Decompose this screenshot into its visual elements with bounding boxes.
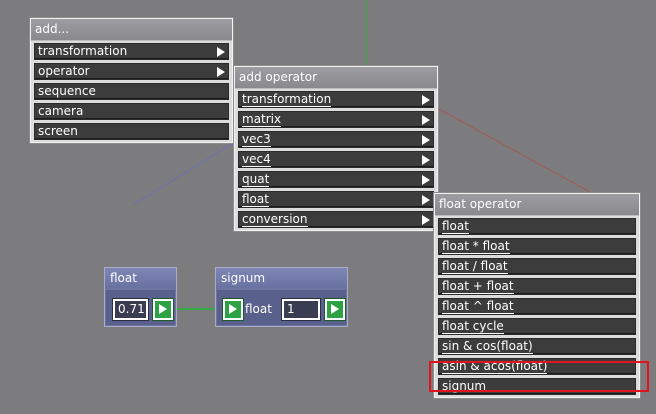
float-operator-menu-title: float operator: [435, 194, 639, 216]
menu-item-label: quat: [242, 172, 270, 187]
add-operator-item-transformation[interactable]: transformation: [238, 91, 434, 108]
submenu-arrow-icon: [217, 67, 225, 77]
add-menu-list: transformation operator sequence camera …: [31, 41, 232, 142]
float-operator-item-cycle[interactable]: float cycle: [438, 318, 636, 335]
connection-line-blue: [132, 139, 239, 206]
float-node-title: float: [105, 268, 176, 288]
add-operator-menu: add operator transformation matrix vec3 …: [234, 66, 438, 231]
float-operator-item-float[interactable]: float: [438, 218, 636, 235]
submenu-arrow-icon: [422, 195, 430, 205]
add-operator-item-conversion[interactable]: conversion: [238, 211, 434, 228]
menu-item-label: float / float: [442, 259, 508, 274]
submenu-arrow-icon: [422, 215, 430, 225]
submenu-arrow-icon: [422, 175, 430, 185]
menu-item-label: matrix: [242, 112, 282, 127]
signum-input-label: float: [245, 302, 272, 316]
float-node[interactable]: float 0.71: [104, 267, 177, 327]
menu-item-label: camera: [38, 104, 84, 118]
menu-item-label: float cycle: [442, 319, 504, 334]
add-operator-item-vec3[interactable]: vec3: [238, 131, 434, 148]
submenu-arrow-icon: [422, 155, 430, 165]
float-value-field[interactable]: 0.71: [113, 299, 148, 320]
submenu-arrow-icon: [422, 135, 430, 145]
menu-item-label: float * float: [442, 239, 510, 254]
add-operator-item-vec4[interactable]: vec4: [238, 151, 434, 168]
add-menu-item-screen[interactable]: screen: [34, 123, 229, 140]
menu-item-label: transformation: [38, 44, 128, 58]
menu-item-label: operator: [38, 64, 90, 78]
add-menu-item-sequence[interactable]: sequence: [34, 83, 229, 100]
signum-input-play-icon[interactable]: [223, 299, 243, 320]
submenu-arrow-icon: [217, 47, 225, 57]
add-operator-item-float[interactable]: float: [238, 191, 434, 208]
float-operator-item-divide[interactable]: float / float: [438, 258, 636, 275]
add-menu-title: add...: [31, 19, 232, 41]
connection-line-red: [436, 107, 591, 193]
signum-highlight-box: [429, 361, 649, 392]
add-operator-item-quat[interactable]: quat: [238, 171, 434, 188]
float-operator-item-sin-cos[interactable]: sin & cos(float): [438, 338, 636, 355]
add-menu-item-transformation[interactable]: transformation: [34, 43, 229, 60]
float-node-body: 0.71: [106, 290, 175, 325]
menu-item-label: sin & cos(float): [442, 339, 533, 354]
add-menu: add... transformation operator sequence …: [30, 18, 233, 143]
menu-item-label: float ^ float: [442, 299, 514, 314]
menu-item-label: screen: [38, 124, 78, 138]
menu-item-label: float: [442, 219, 469, 234]
menu-item-label: conversion: [242, 212, 308, 227]
menu-item-label: vec4: [242, 152, 271, 167]
signum-output-play-icon[interactable]: [325, 299, 345, 320]
add-operator-item-matrix[interactable]: matrix: [238, 111, 434, 128]
add-menu-item-camera[interactable]: camera: [34, 103, 229, 120]
signum-node-body: float 1: [217, 290, 346, 325]
submenu-arrow-icon: [422, 115, 430, 125]
menu-item-label: sequence: [38, 84, 96, 98]
add-operator-menu-list: transformation matrix vec3 vec4 quat flo…: [235, 89, 437, 230]
menu-item-label: transformation: [242, 92, 332, 107]
menu-item-label: vec3: [242, 132, 271, 147]
float-operator-item-multiply[interactable]: float * float: [438, 238, 636, 255]
add-menu-item-operator[interactable]: operator: [34, 63, 229, 80]
menu-item-label: float: [242, 192, 269, 207]
menu-item-label: float + float: [442, 279, 514, 294]
float-output-play-icon[interactable]: [153, 299, 173, 320]
signum-node[interactable]: signum float 1: [215, 267, 348, 327]
float-operator-item-add[interactable]: float + float: [438, 278, 636, 295]
add-operator-menu-title: add operator: [235, 67, 437, 89]
submenu-arrow-icon: [422, 95, 430, 105]
signum-node-title: signum: [216, 268, 347, 288]
float-operator-item-power[interactable]: float ^ float: [438, 298, 636, 315]
signum-value-field[interactable]: 1: [282, 299, 320, 320]
